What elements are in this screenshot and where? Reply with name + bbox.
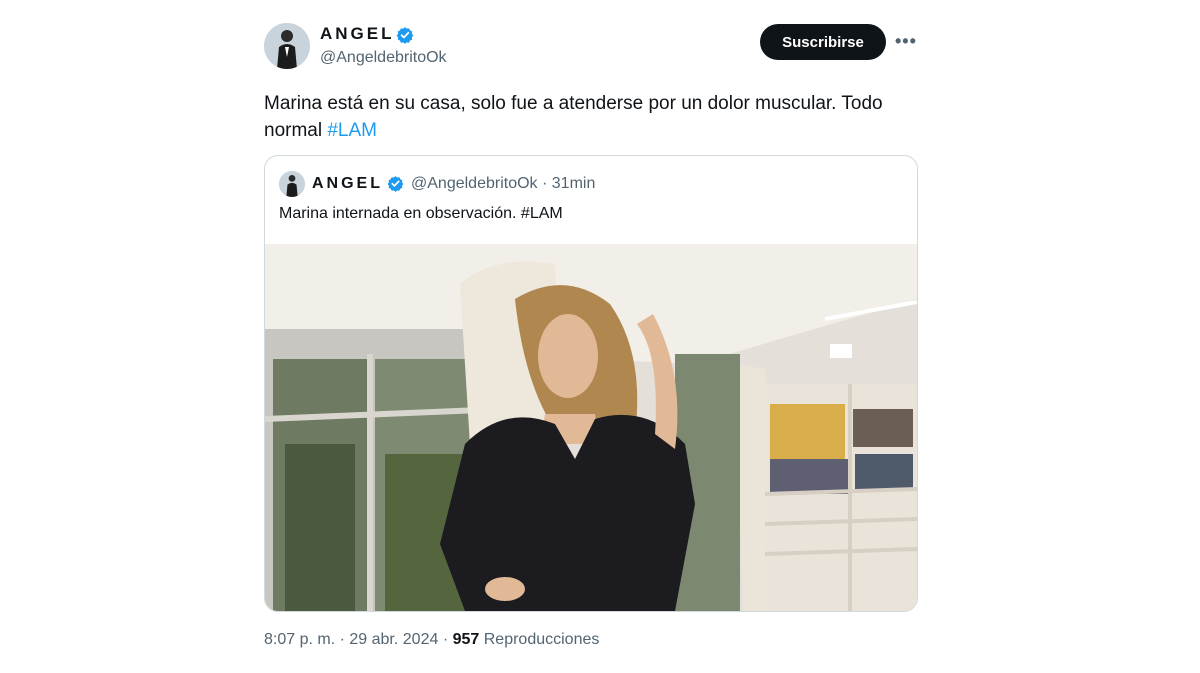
- author-name[interactable]: ANGEL: [320, 24, 395, 44]
- tweet-time[interactable]: 8:07 p. m.: [264, 631, 335, 648]
- quoted-handle: @AngeldebritoOk: [411, 175, 538, 192]
- author-handle[interactable]: @AngeldebritoOk: [320, 49, 447, 67]
- tweet-footer: 8:07 p. m. · 29 abr. 2024 · 957 Reproduc…: [264, 631, 599, 649]
- subscribe-button[interactable]: Suscribirse: [760, 24, 886, 60]
- quoted-meta: @AngeldebritoOk · 31min: [411, 175, 595, 193]
- more-options-icon[interactable]: •••: [895, 31, 917, 52]
- tweet-date[interactable]: 29 abr. 2024: [349, 631, 438, 648]
- tweet-text: Marina está en su casa, solo fue a atend…: [264, 90, 924, 144]
- views-label: Reproducciones: [483, 631, 600, 648]
- footer-separator-2: ·: [442, 631, 449, 648]
- quoted-separator: ·: [541, 175, 548, 192]
- verified-badge-icon: [396, 27, 414, 44]
- footer-separator: ·: [339, 631, 345, 648]
- quoted-author-avatar: [279, 171, 305, 197]
- author-avatar[interactable]: [264, 23, 310, 69]
- quoted-photo[interactable]: [265, 244, 917, 611]
- quoted-time: 31min: [551, 175, 596, 192]
- quoted-text: Marina internada en observación. #LAM: [279, 205, 563, 222]
- hashtag-link[interactable]: #LAM: [327, 120, 377, 141]
- quoted-tweet-card[interactable]: ANGEL @AngeldebritoOk · 31min Marina int…: [264, 155, 918, 612]
- quoted-author-name: ANGEL: [312, 175, 383, 192]
- views-count: 957: [452, 631, 480, 648]
- quoted-verified-icon: [387, 176, 404, 192]
